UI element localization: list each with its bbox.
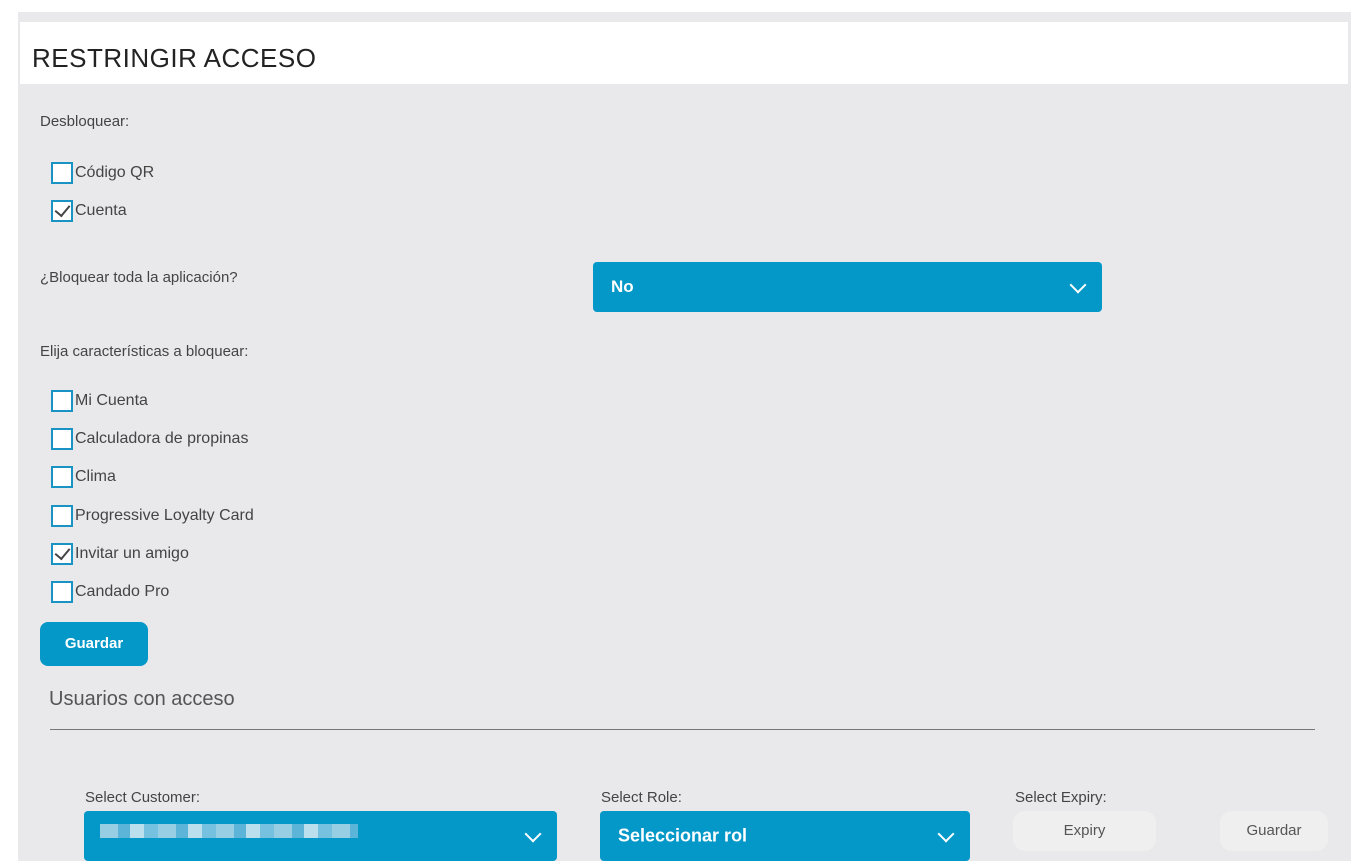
select-role-label: Select Role: xyxy=(601,789,682,806)
save-access-button[interactable]: Guardar xyxy=(1220,811,1328,851)
role-selected-value: Seleccionar rol xyxy=(618,825,748,846)
checkbox-loyalty-card[interactable] xyxy=(51,505,73,527)
customer-selected-value-redacted xyxy=(100,824,358,838)
save-features-button[interactable]: Guardar xyxy=(40,622,148,666)
checkbox-account[interactable] xyxy=(51,200,73,222)
checkbox-account-label: Cuenta xyxy=(75,202,127,219)
select-expiry-label: Select Expiry: xyxy=(1015,789,1107,806)
title-bar: RESTRINGIR ACCESO xyxy=(20,22,1348,84)
block-app-selected-value: No xyxy=(611,277,634,296)
expiry-input[interactable]: Expiry xyxy=(1013,811,1156,851)
feature-option-loyalty-card[interactable]: Progressive Loyalty Card xyxy=(51,504,254,528)
feature-option-padlock-pro[interactable]: Candado Pro xyxy=(51,580,169,604)
feature-option-tip-calculator[interactable]: Calculadora de propinas xyxy=(51,427,248,451)
checkbox-padlock-pro-label: Candado Pro xyxy=(75,583,170,600)
checkbox-invite-friend[interactable] xyxy=(51,543,73,565)
unlock-label: Desbloquear: xyxy=(40,113,130,130)
checkbox-my-account[interactable] xyxy=(51,390,73,412)
users-access-title: Usuarios con acceso xyxy=(49,688,235,710)
feature-option-invite-friend[interactable]: Invitar un amigo xyxy=(51,542,189,566)
unlock-option-qr[interactable]: Código QR xyxy=(51,161,154,185)
role-select[interactable]: Seleccionar rol xyxy=(600,811,970,861)
checkbox-loyalty-card-label: Progressive Loyalty Card xyxy=(75,507,254,524)
features-label: Elija características a bloquear: xyxy=(40,343,249,360)
checkbox-qr[interactable] xyxy=(51,162,73,184)
customer-select[interactable] xyxy=(84,811,557,861)
checkbox-tip-calculator[interactable] xyxy=(51,428,73,450)
checkbox-invite-friend-label: Invitar un amigo xyxy=(75,545,189,562)
feature-option-my-account[interactable]: Mi Cuenta xyxy=(51,389,148,413)
select-customer-label: Select Customer: xyxy=(85,789,201,806)
checkbox-weather-label: Clima xyxy=(75,468,116,485)
chevron-down-icon xyxy=(1069,276,1087,294)
checkbox-padlock-pro[interactable] xyxy=(51,581,73,603)
chevron-down-icon xyxy=(937,825,955,843)
checkbox-my-account-label: Mi Cuenta xyxy=(75,392,148,409)
chevron-down-icon xyxy=(524,825,542,843)
checkbox-tip-calculator-label: Calculadora de propinas xyxy=(75,430,249,447)
checkbox-weather[interactable] xyxy=(51,466,73,488)
block-app-select[interactable]: No xyxy=(593,262,1102,312)
feature-option-weather[interactable]: Clima xyxy=(51,465,116,489)
unlock-option-account[interactable]: Cuenta xyxy=(51,199,127,223)
checkbox-qr-label: Código QR xyxy=(75,164,155,181)
section-divider xyxy=(50,729,1315,730)
page-title: RESTRINGIR ACCESO xyxy=(32,43,317,73)
block-app-label: ¿Bloquear toda la aplicación? xyxy=(40,269,238,286)
